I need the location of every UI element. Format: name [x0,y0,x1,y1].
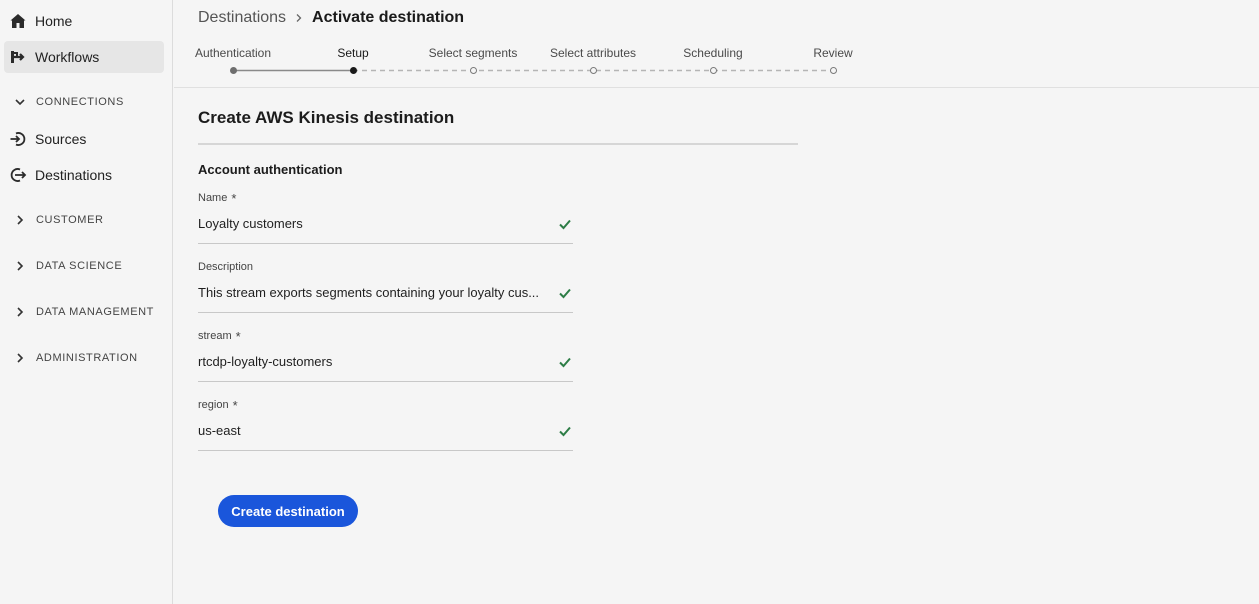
create-destination-button[interactable]: Create destination [218,495,358,527]
step-review-label: Review [813,46,853,60]
section-data-science[interactable]: DATA SCIENCE [12,256,122,276]
section-connections[interactable]: CONNECTIONS [12,92,124,112]
step-setup-label: Setup [337,46,369,60]
section-data-management-label: DATA MANAGEMENT [36,306,154,318]
section-administration-label: ADMINISTRATION [36,352,138,364]
checkmark-icon [559,426,571,437]
nav-destinations-label: Destinations [35,167,113,183]
header-divider [174,87,1259,88]
stream-field: stream * rtcdp-loyalty-customers [198,329,573,382]
region-value: us-east [198,423,241,438]
checkmark-icon [559,219,571,230]
step-scheduling-dot [709,67,717,74]
sources-icon [8,129,28,149]
region-label: region [198,399,229,411]
nav-sources-label: Sources [35,131,87,147]
step-authentication-dot [229,67,237,74]
section-data-science-label: DATA SCIENCE [36,260,123,272]
step-select-segments-dot [469,67,477,74]
section-administration[interactable]: ADMINISTRATION [12,348,138,368]
stepper-track [233,69,833,72]
region-field: region * us-east [198,398,573,451]
required-marker: * [235,328,241,344]
nav-sources[interactable]: Sources [4,123,164,155]
step-scheduling-label: Scheduling [683,46,743,60]
description-value: This stream exports segments containing … [198,285,538,300]
section-customer-label: CUSTOMER [36,214,104,226]
name-input[interactable]: Loyalty customers [198,214,573,244]
region-input[interactable]: us-east [198,421,573,451]
stream-input[interactable]: rtcdp-loyalty-customers [198,352,573,382]
chevron-right-icon [12,304,28,320]
chevron-down-icon [12,94,28,110]
description-field: Description This stream exports segments… [198,260,573,313]
section-title: Account authentication [198,162,343,177]
name-label: Name [198,192,228,204]
destinations-icon [8,165,28,185]
step-select-attributes-label: Select attributes [549,46,637,60]
section-connections-label: CONNECTIONS [36,96,124,108]
name-field: Name * Loyalty customers [198,191,573,244]
chevron-right-icon [12,350,28,366]
stream-label: stream [198,330,232,342]
step-review-dot [829,67,837,74]
sidebar: Home Workflows CONNECTIONS Sources Desti… [0,0,173,604]
stream-value: rtcdp-loyalty-customers [198,354,333,369]
description-input[interactable]: This stream exports segments containing … [198,283,573,313]
checkmark-icon [559,288,571,299]
section-customer[interactable]: CUSTOMER [12,210,104,230]
required-marker: * [232,397,238,413]
step-select-segments-label: Select segments [428,46,518,60]
required-marker: * [231,190,237,206]
step-select-attributes-dot [589,67,597,74]
chevron-right-icon [12,212,28,228]
checkmark-icon [559,357,571,368]
title-divider [198,143,798,145]
section-data-management[interactable]: DATA MANAGEMENT [12,302,154,322]
chevron-right-icon [12,258,28,274]
name-value: Loyalty customers [198,216,303,231]
step-authentication-label: Authentication [194,46,272,60]
step-setup-dot [349,67,357,74]
description-label: Description [198,261,254,273]
nav-destinations[interactable]: Destinations [4,159,164,191]
page-title: Create AWS Kinesis destination [198,108,455,127]
